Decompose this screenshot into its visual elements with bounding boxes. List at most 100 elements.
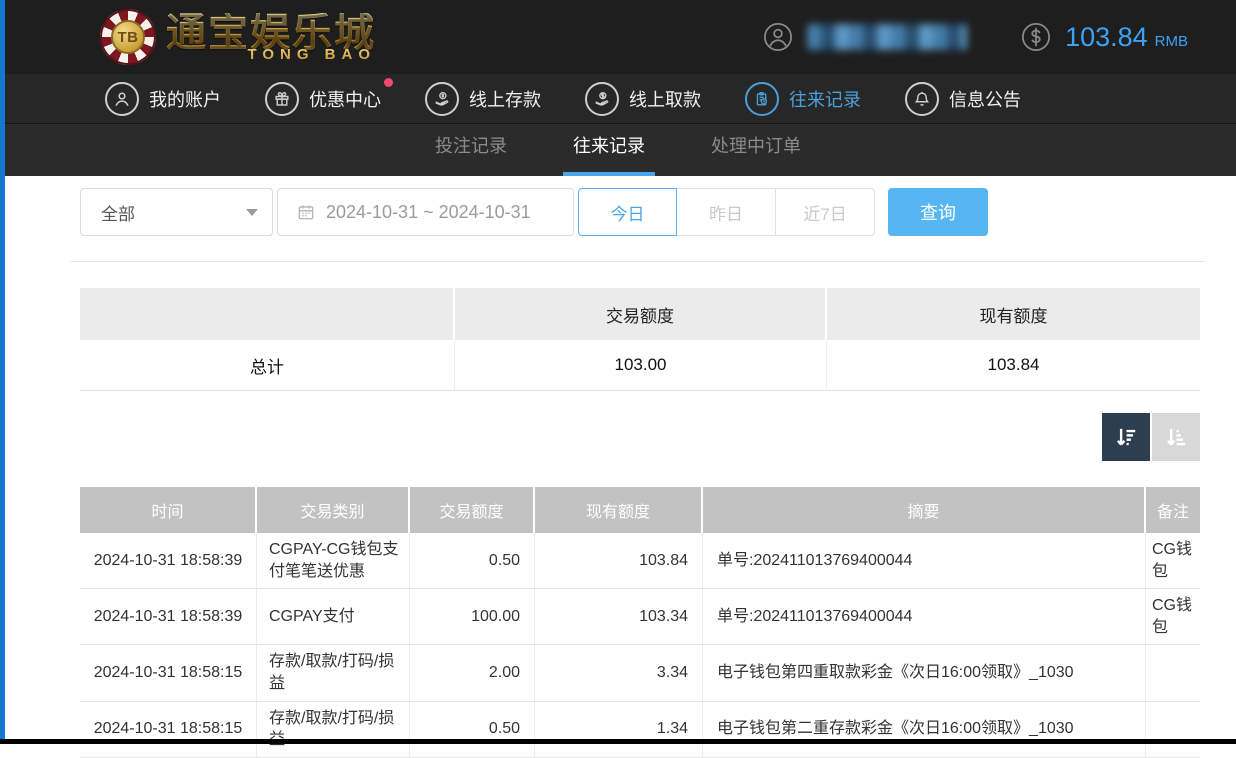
nav-label: 往来记录 bbox=[789, 86, 861, 112]
summary-header-empty bbox=[80, 288, 455, 340]
nav-label: 线上存款 bbox=[469, 86, 541, 112]
sort-descending-button[interactable] bbox=[1102, 413, 1150, 461]
cell-amount: 0.50 bbox=[410, 702, 535, 758]
cell-balance: 1.34 bbox=[535, 702, 703, 758]
summary-header-row: 交易额度 现有额度 bbox=[80, 288, 1200, 340]
quick-date-buttons: 今日 昨日 近7日 bbox=[578, 188, 875, 236]
cell-type: CGPAY-CG钱包支付笔笔送优惠 bbox=[257, 533, 410, 589]
nav-label: 线上取款 bbox=[629, 86, 701, 112]
cell-type: CGPAY支付 bbox=[257, 589, 410, 645]
summary-total-label: 总计 bbox=[80, 340, 455, 391]
sort-ascending-button[interactable] bbox=[1152, 413, 1200, 461]
sort-ascending-icon bbox=[1163, 424, 1189, 450]
cell-summary: 电子钱包第四重取款彩金《次日16:00领取》_1030 bbox=[703, 645, 1146, 701]
col-header-time: 时间 bbox=[80, 487, 257, 533]
nav-label: 我的账户 bbox=[149, 86, 221, 112]
poker-chip-icon: TB bbox=[100, 9, 156, 65]
nav-item-announcements[interactable]: 信息公告 bbox=[905, 82, 1021, 116]
deposit-hand-coin-icon bbox=[425, 82, 459, 116]
col-header-balance: 现有额度 bbox=[535, 487, 703, 533]
balance-amount: 103.84 bbox=[1065, 22, 1148, 53]
filter-row: 全部 2024-10-31 ~ 2024-10-31 今日 昨日 近7日 查询 bbox=[80, 188, 1200, 236]
records-clipboard-icon bbox=[745, 82, 779, 116]
summary-header-transaction-amount: 交易额度 bbox=[455, 288, 827, 340]
cell-remark: CG钱包 bbox=[1146, 589, 1200, 645]
nav-item-deposit[interactable]: 线上存款 bbox=[425, 82, 541, 116]
cell-amount: 2.00 bbox=[410, 645, 535, 701]
gift-icon bbox=[265, 82, 299, 116]
top-header: TB 通宝娱乐城 TONG BAO 103.84 RMB bbox=[0, 0, 1236, 74]
nav-item-promotions[interactable]: 优惠中心 bbox=[265, 82, 381, 116]
cell-time: 2024-10-31 18:58:39 bbox=[80, 589, 257, 645]
sub-nav: 投注记录 往来记录 处理中订单 bbox=[0, 124, 1236, 176]
summary-header-current-amount: 现有额度 bbox=[827, 288, 1200, 340]
cell-remark: CG钱包 bbox=[1146, 533, 1200, 589]
window-edge-left bbox=[0, 0, 5, 744]
chevron-down-icon bbox=[246, 209, 258, 216]
header-account-area: 103.84 RMB bbox=[763, 22, 1188, 53]
col-header-summary: 摘要 bbox=[703, 487, 1146, 533]
last7days-button[interactable]: 近7日 bbox=[776, 188, 875, 236]
bell-icon bbox=[905, 82, 939, 116]
cell-amount: 0.50 bbox=[410, 533, 535, 589]
nav-item-transactions[interactable]: 往来记录 bbox=[745, 82, 861, 116]
cell-type: 存款/取款/打码/损益 bbox=[257, 702, 410, 758]
cell-remark bbox=[1146, 702, 1200, 758]
nav-label: 优惠中心 bbox=[309, 86, 381, 112]
coin-balance-icon bbox=[1021, 22, 1051, 52]
search-button[interactable]: 查询 bbox=[888, 188, 988, 236]
records-header-row: 时间 交易类别 交易额度 现有额度 摘要 备注 bbox=[80, 487, 1200, 533]
cell-summary: 单号:202411013769400044 bbox=[703, 589, 1146, 645]
nav-item-withdraw[interactable]: 线上取款 bbox=[585, 82, 701, 116]
section-divider bbox=[70, 261, 1205, 262]
account-balance: 103.84 RMB bbox=[1065, 22, 1188, 53]
site-logo[interactable]: TB 通宝娱乐城 TONG BAO bbox=[100, 9, 376, 65]
today-button[interactable]: 今日 bbox=[578, 188, 677, 236]
cell-summary: 电子钱包第二重存款彩金《次日16:00领取》_1030 bbox=[703, 702, 1146, 758]
date-range-value: 2024-10-31 ~ 2024-10-31 bbox=[326, 202, 531, 223]
table-row: 2024-10-31 18:58:15 存款/取款/打码/损益 0.50 1.3… bbox=[80, 702, 1200, 758]
tab-pending-orders[interactable]: 处理中订单 bbox=[701, 132, 811, 176]
cell-amount: 100.00 bbox=[410, 589, 535, 645]
cell-summary: 单号:202411013769400044 bbox=[703, 533, 1146, 589]
username-redacted[interactable] bbox=[807, 24, 967, 50]
col-header-remark: 备注 bbox=[1146, 487, 1200, 533]
summary-transaction-amount: 103.00 bbox=[455, 340, 827, 391]
table-row: 2024-10-31 18:58:39 CGPAY-CG钱包支付笔笔送优惠 0.… bbox=[80, 533, 1200, 589]
col-header-type: 交易类别 bbox=[257, 487, 410, 533]
records-table: 时间 交易类别 交易额度 现有额度 摘要 备注 2024-10-31 18:58… bbox=[80, 487, 1200, 758]
nav-item-my-account[interactable]: 我的账户 bbox=[105, 82, 221, 116]
table-row: 2024-10-31 18:58:39 CGPAY支付 100.00 103.3… bbox=[80, 589, 1200, 645]
nav-label: 信息公告 bbox=[949, 86, 1021, 112]
cell-remark bbox=[1146, 645, 1200, 701]
chip-monogram: TB bbox=[111, 20, 145, 54]
summary-table: 交易额度 现有额度 总计 103.00 103.84 bbox=[80, 288, 1200, 391]
summary-current-amount: 103.84 bbox=[827, 340, 1200, 391]
type-filter-value: 全部 bbox=[101, 200, 135, 225]
notification-dot bbox=[384, 78, 393, 87]
user-avatar-icon[interactable] bbox=[763, 22, 793, 52]
logo-title-en: TONG BAO bbox=[247, 47, 376, 62]
col-header-amount: 交易额度 bbox=[410, 487, 535, 533]
balance-currency: RMB bbox=[1155, 33, 1188, 50]
cell-balance: 103.34 bbox=[535, 589, 703, 645]
tab-betting-records[interactable]: 投注记录 bbox=[425, 132, 517, 176]
tab-transaction-records[interactable]: 往来记录 bbox=[563, 132, 655, 176]
main-nav: 我的账户 优惠中心 线上存款 bbox=[0, 74, 1236, 124]
cell-type: 存款/取款/打码/损益 bbox=[257, 645, 410, 701]
cell-time: 2024-10-31 18:58:15 bbox=[80, 702, 257, 758]
type-filter-select[interactable]: 全部 bbox=[80, 188, 273, 236]
user-icon bbox=[105, 82, 139, 116]
summary-total-row: 总计 103.00 103.84 bbox=[80, 340, 1200, 391]
cell-time: 2024-10-31 18:58:39 bbox=[80, 533, 257, 589]
table-row: 2024-10-31 18:58:15 存款/取款/打码/损益 2.00 3.3… bbox=[80, 645, 1200, 701]
cell-balance: 103.84 bbox=[535, 533, 703, 589]
sort-descending-icon bbox=[1113, 424, 1139, 450]
window-edge-bottom bbox=[0, 739, 1236, 744]
withdraw-hand-coin-icon bbox=[585, 82, 619, 116]
date-range-input[interactable]: 2024-10-31 ~ 2024-10-31 bbox=[277, 188, 574, 236]
yesterday-button[interactable]: 昨日 bbox=[677, 188, 776, 236]
calendar-icon bbox=[296, 202, 316, 222]
sort-buttons bbox=[80, 413, 1200, 461]
cell-balance: 3.34 bbox=[535, 645, 703, 701]
